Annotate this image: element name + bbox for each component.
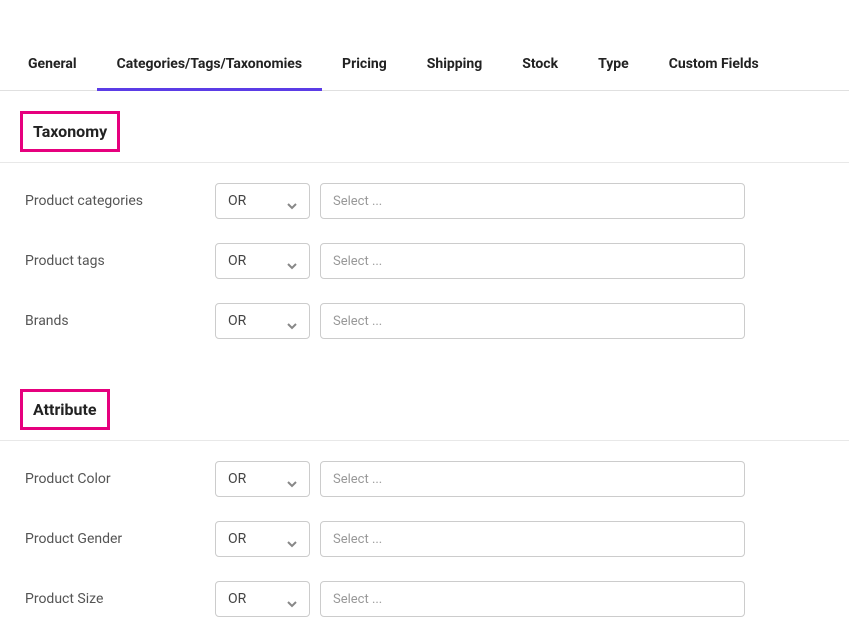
logic-value: OR — [228, 471, 246, 487]
logic-select-product-tags[interactable]: OR — [215, 243, 310, 279]
tab-general[interactable]: General — [28, 38, 97, 90]
label-product-gender: Product Gender — [25, 531, 205, 547]
logic-value: OR — [228, 591, 246, 607]
row-product-color: Product Color OR Select ... — [0, 449, 849, 509]
select-placeholder: Select ... — [333, 532, 382, 547]
chevron-down-icon — [287, 594, 297, 604]
tab-type[interactable]: Type — [578, 38, 649, 90]
row-product-categories: Product categories OR Select ... — [0, 171, 849, 231]
logic-value: OR — [228, 313, 246, 329]
row-brands: Brands OR Select ... — [0, 291, 849, 351]
select-input-product-tags[interactable]: Select ... — [320, 243, 745, 279]
tab-stock[interactable]: Stock — [502, 38, 578, 90]
logic-value: OR — [228, 531, 246, 547]
tab-shipping[interactable]: Shipping — [407, 38, 502, 90]
heading-attribute: Attribute — [20, 389, 110, 430]
label-product-tags: Product tags — [25, 253, 205, 269]
logic-select-product-categories[interactable]: OR — [215, 183, 310, 219]
select-placeholder: Select ... — [333, 314, 382, 329]
section-taxonomy-heading-wrap: Taxonomy — [0, 91, 849, 163]
label-product-size: Product Size — [25, 591, 205, 607]
chevron-down-icon — [287, 474, 297, 484]
label-product-categories: Product categories — [25, 193, 205, 209]
select-input-brands[interactable]: Select ... — [320, 303, 745, 339]
logic-select-brands[interactable]: OR — [215, 303, 310, 339]
logic-value: OR — [228, 253, 246, 269]
label-product-color: Product Color — [25, 471, 205, 487]
tab-pricing[interactable]: Pricing — [322, 38, 407, 90]
tab-categories[interactable]: Categories/Tags/Taxonomies — [97, 38, 322, 90]
logic-select-product-size[interactable]: OR — [215, 581, 310, 617]
select-input-product-gender[interactable]: Select ... — [320, 521, 745, 557]
chevron-down-icon — [287, 534, 297, 544]
select-input-product-categories[interactable]: Select ... — [320, 183, 745, 219]
select-placeholder: Select ... — [333, 472, 382, 487]
row-product-size: Product Size OR Select ... — [0, 569, 849, 629]
select-placeholder: Select ... — [333, 194, 382, 209]
chevron-down-icon — [287, 256, 297, 266]
heading-taxonomy: Taxonomy — [20, 111, 120, 152]
chevron-down-icon — [287, 196, 297, 206]
row-product-tags: Product tags OR Select ... — [0, 231, 849, 291]
label-brands: Brands — [25, 313, 205, 329]
select-placeholder: Select ... — [333, 254, 382, 269]
logic-select-product-color[interactable]: OR — [215, 461, 310, 497]
chevron-down-icon — [287, 316, 297, 326]
logic-value: OR — [228, 193, 246, 209]
select-placeholder: Select ... — [333, 592, 382, 607]
row-product-gender: Product Gender OR Select ... — [0, 509, 849, 569]
select-input-product-color[interactable]: Select ... — [320, 461, 745, 497]
tab-custom-fields[interactable]: Custom Fields — [649, 38, 779, 90]
tabs-container: General Categories/Tags/Taxonomies Prici… — [0, 38, 849, 91]
select-input-product-size[interactable]: Select ... — [320, 581, 745, 617]
logic-select-product-gender[interactable]: OR — [215, 521, 310, 557]
section-attribute-heading-wrap: Attribute — [0, 369, 849, 441]
